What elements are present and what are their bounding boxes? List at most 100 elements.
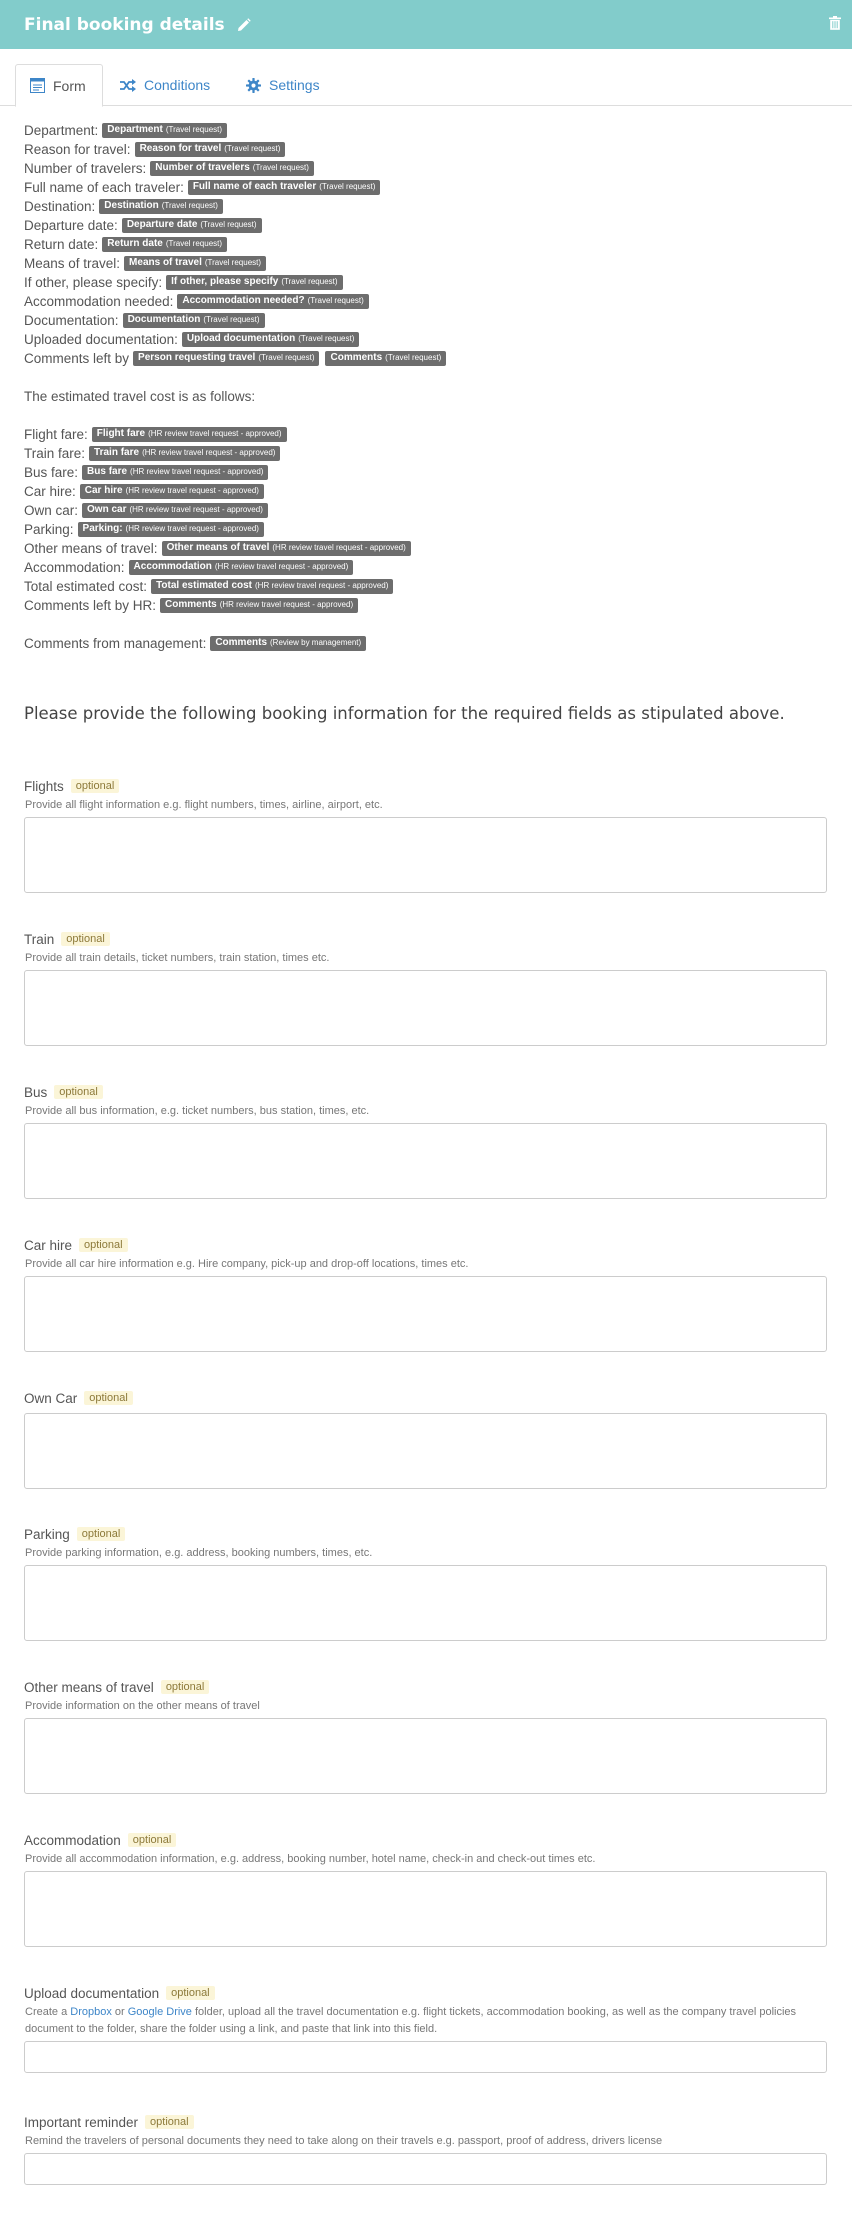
tag-name: Documentation (127, 314, 201, 325)
own-car-textarea[interactable] (24, 1413, 827, 1489)
optional-badge: optional (61, 932, 110, 946)
tag-name: Means of travel (129, 257, 202, 268)
google-drive-link[interactable]: Google Drive (128, 2006, 192, 2018)
summary-label: Comments left by HR: (24, 598, 157, 613)
travel-summary-line: Departure date: Departure date (Travel req… (24, 216, 834, 235)
travel-summary-line: Department: Department (Travel request) (24, 121, 834, 140)
summary-label: Full name of each traveler: (24, 180, 184, 195)
reminder-input[interactable] (24, 2153, 827, 2185)
trash-icon[interactable] (829, 16, 841, 30)
travel-summary-line: Accommodation needed: Accommodation neede… (24, 292, 834, 311)
accommodation-description: Provide all accommodation information, e… (25, 1853, 596, 1865)
tag-source: (Review by management) (270, 638, 362, 647)
tag-source: (HR review travel request - approved) (130, 467, 264, 476)
tab-settings[interactable]: Settings (232, 64, 334, 106)
field-own-car: Own Car optional (24, 1389, 827, 1489)
flights-textarea[interactable] (24, 817, 827, 893)
field-reference-tag: Other means of travel (HR review travel r… (161, 541, 411, 556)
cost-summary-line: Comments left by HR: Comments (HR review t… (24, 596, 834, 615)
tab-form-label: Form (53, 77, 86, 94)
tag-name: Flight fare (96, 428, 146, 439)
tag-source: (Travel request) (203, 315, 260, 324)
cost-summary-line: Parking: Parking: (HR review travel reques… (24, 520, 834, 539)
cost-summary-line: Train fare: Train fare (HR review travel r… (24, 444, 834, 463)
travel-summary-line: Means of travel: Means of travel (Travel r… (24, 254, 834, 273)
parking-label: Parking (24, 1526, 70, 1542)
other-travel-textarea[interactable] (24, 1718, 827, 1794)
tag-source: (HR review travel request - approved) (142, 448, 276, 457)
field-reference-tag: Full name of each traveler (Travel reques… (187, 180, 381, 195)
form-icon (30, 78, 45, 93)
accommodation-textarea[interactable] (24, 1871, 827, 1947)
other-travel-label: Other means of travel (24, 1679, 154, 1695)
tab-bar: Form Conditions Settings (0, 64, 852, 107)
upload-description: Create a Dropbox or Google Drive folder,… (25, 2004, 827, 2038)
tag-name: Department (107, 124, 163, 135)
tag-name: If other, please specify (171, 276, 279, 287)
field-parking: Parking optional Provide parking informat… (24, 1525, 827, 1641)
tag-name: Train fare (94, 447, 140, 458)
field-reference-tag: Comments (HR review travel request - appr… (160, 598, 359, 613)
cost-summary-line: Other means of travel: Other means of tra… (24, 539, 834, 558)
field-reference-tag: Upload documentation (Travel request) (181, 332, 360, 347)
car-hire-label: Car hire (24, 1237, 73, 1253)
tag-name: Accommodation (133, 561, 212, 572)
travel-summary-line: Return date: Return date (Travel request) (24, 235, 834, 254)
summary-label: Return date: (24, 237, 99, 252)
summary-label: Destination: (24, 199, 96, 214)
tag-name: Reason for travel (139, 143, 222, 154)
parking-textarea[interactable] (24, 1565, 827, 1641)
field-reference-tag: Car hire (HR review travel request - appr… (79, 484, 264, 499)
summary-label: Own car: (24, 503, 79, 518)
tab-conditions[interactable]: Conditions (106, 64, 224, 106)
upload-input[interactable] (24, 2041, 827, 2073)
tag-source: (Travel request) (252, 163, 309, 172)
summary-label: Number of travelers: (24, 161, 147, 176)
summary-label: Car hire: (24, 484, 76, 499)
tag-source: (HR review travel request - approved) (272, 543, 406, 552)
tag-name: Comments (165, 599, 217, 610)
tag-source: (Travel request) (307, 296, 364, 305)
travel-summary-line: Destination: Destination (Travel request) (24, 197, 834, 216)
parking-description: Provide parking information, e.g. addres… (25, 1547, 373, 1559)
pencil-icon[interactable] (237, 17, 251, 32)
summary-label: Accommodation: (24, 560, 125, 575)
field-other-travel: Other means of travel optional Provide in… (24, 1678, 827, 1794)
optional-badge: optional (76, 1527, 126, 1541)
tag-source: (Travel request) (319, 182, 376, 191)
tag-name: Car hire (84, 485, 123, 496)
field-accommodation: Accommodation optional Provide all accomm… (24, 1831, 827, 1947)
own-car-label: Own Car (24, 1390, 78, 1406)
cost-summary-line: Flight fare: Flight fare (HR review travel… (24, 425, 834, 444)
field-reference-tag: If other, please specify (Travel request) (166, 275, 343, 290)
field-flights: Flights optional Provide all flight infor… (24, 777, 827, 893)
shuffle-icon (120, 78, 136, 92)
cost-summary-line: Accommodation: Accommodation (HR review tr… (24, 558, 834, 577)
booking-heading: Please provide the following booking inf… (24, 704, 785, 723)
summary-label: Uploaded documentation: (24, 332, 178, 347)
bus-description: Provide all bus information, e.g. ticket… (25, 1105, 370, 1117)
field-reference-tag: Person requesting travel (Travel request) (133, 351, 320, 366)
car-hire-textarea[interactable] (24, 1276, 827, 1352)
tag-name: Departure date (126, 219, 198, 230)
bus-textarea[interactable] (24, 1123, 827, 1199)
travel-summary-line: Comments left by Person requesting travel… (24, 349, 834, 368)
field-reference-tag: Number of travelers (Travel request) (150, 161, 314, 176)
tag-name: Accommodation needed? (182, 295, 305, 306)
tag-source: (Travel request) (161, 201, 218, 210)
summary-label: Total estimated cost: (24, 579, 148, 594)
train-textarea[interactable] (24, 970, 827, 1046)
other-travel-description: Provide information on the other means o… (25, 1700, 260, 1712)
tab-form[interactable]: Form (15, 64, 103, 107)
dropbox-link[interactable]: Dropbox (70, 2006, 112, 2018)
tag-name: Comments (330, 352, 383, 363)
tag-source: (HR review travel request - approved) (148, 429, 282, 438)
tag-source: (Travel request) (165, 239, 223, 248)
form-title: Final booking details (24, 14, 225, 35)
travel-summary-line: Full name of each traveler: Full name of … (24, 178, 834, 197)
bus-label: Bus (24, 1084, 48, 1100)
tag-name: Destination (104, 200, 159, 211)
field-reference-tag: Flight fare (HR review travel request - a… (91, 427, 287, 442)
summary-label: Train fare: (24, 446, 86, 461)
tag-source: (HR review travel request - approved) (214, 562, 349, 571)
